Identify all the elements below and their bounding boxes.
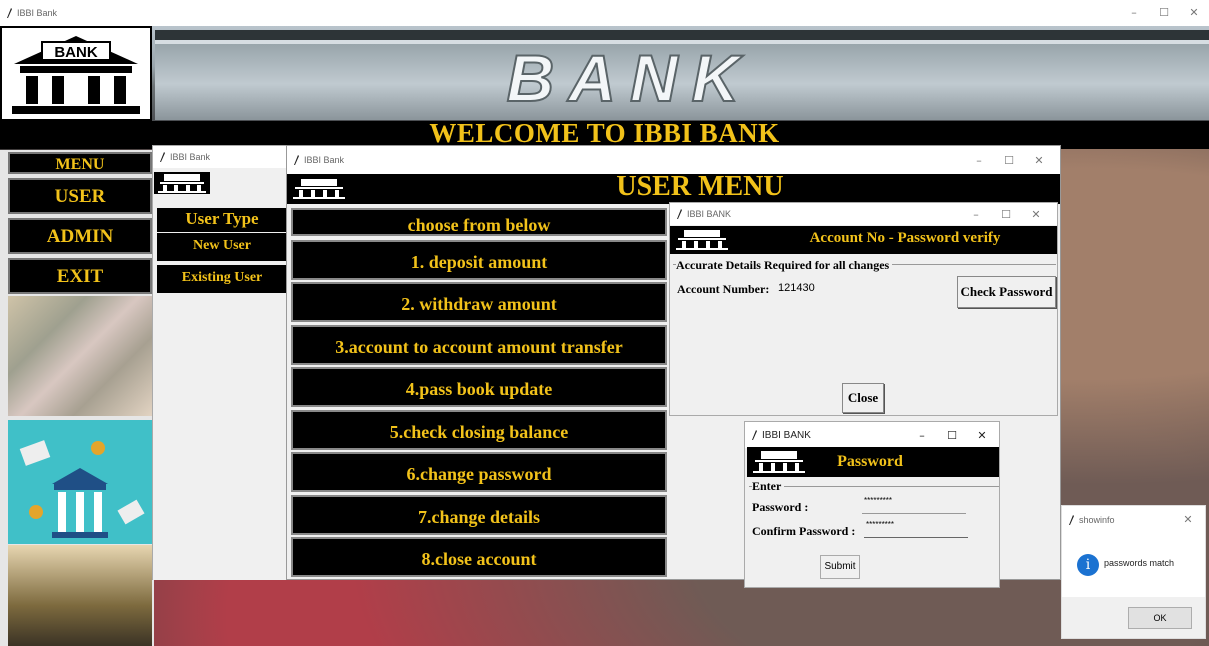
user-type-window-titlebar: IBBI Bank <box>153 146 289 168</box>
bank-building-icon <box>676 230 728 250</box>
close-icon[interactable]: ✕ <box>1179 6 1209 19</box>
maximize-icon[interactable]: ☐ <box>937 429 967 442</box>
close-icon[interactable]: ✕ <box>1021 208 1051 221</box>
minimize-icon[interactable]: – <box>961 208 991 221</box>
feather-icon <box>294 155 299 165</box>
menu-exit-button[interactable]: EXIT <box>8 258 152 294</box>
password-frame-label: Enter <box>752 479 785 494</box>
account-verify-heading: Account No - Password verify <box>809 230 1001 246</box>
account-verify-frame-label: Accurate Details Required for all change… <box>676 258 893 273</box>
small-bank-logo <box>154 172 210 194</box>
change-details-button[interactable]: 7.change details <box>291 495 667 535</box>
change-password-button[interactable]: 6.change password <box>291 452 667 492</box>
bank-illustration-image <box>8 420 152 544</box>
submit-button[interactable]: Submit <box>820 555 860 579</box>
money-image <box>8 296 152 416</box>
password-window-titlebar: IBBI BANK – ☐ ✕ <box>745 422 999 448</box>
showinfo-title: showinfo <box>1079 515 1115 525</box>
close-icon[interactable]: ✕ <box>967 429 997 442</box>
passbook-update-button[interactable]: 4.pass book update <box>291 367 667 407</box>
feather-icon <box>677 209 682 219</box>
menu-admin-button[interactable]: ADMIN <box>8 218 152 254</box>
maximize-icon[interactable]: ☐ <box>991 208 1021 221</box>
confirm-password-field[interactable]: ********* <box>864 520 968 538</box>
closing-balance-button[interactable]: 5.check closing balance <box>291 410 667 450</box>
user-type-heading: User Type <box>157 208 287 232</box>
coins-jar-image <box>8 545 152 646</box>
bank-illustration-icon <box>19 440 145 538</box>
new-user-button[interactable]: New User <box>157 233 287 261</box>
bank-building-icon <box>158 174 206 193</box>
small-bank-logo <box>289 177 349 201</box>
confirm-password-label: Confirm Password : <box>752 524 856 538</box>
user-menu-window-title: IBBI Bank <box>304 155 345 165</box>
showinfo-message: passwords match <box>1104 558 1175 568</box>
showinfo-titlebar: showinfo ✕ <box>1062 506 1205 534</box>
choose-prompt: choose from below <box>291 208 667 236</box>
close-icon[interactable]: ✕ <box>1024 154 1054 167</box>
ok-button[interactable]: OK <box>1128 607 1192 629</box>
menu-heading: MENU <box>8 152 152 174</box>
maximize-icon[interactable]: ☐ <box>1149 6 1179 19</box>
feather-icon <box>752 430 757 440</box>
account-number-field[interactable]: 121430 <box>778 282 815 294</box>
main-window-title: IBBI Bank <box>17 8 58 18</box>
password-heading: Password <box>837 453 903 470</box>
check-password-button[interactable]: Check Password <box>957 276 1056 308</box>
account-verify-window-title: IBBI BANK <box>687 209 732 219</box>
password-label: Password : <box>752 500 809 514</box>
withdraw-button[interactable]: 2. withdraw amount <box>291 282 667 322</box>
bank-logo: BANK <box>0 26 152 121</box>
password-window-title: IBBI BANK <box>762 429 811 441</box>
bank-building-icon <box>753 451 805 473</box>
password-field[interactable]: ********* <box>862 496 966 514</box>
deposit-button[interactable]: 1. deposit amount <box>291 240 667 280</box>
bank-building-icon <box>293 179 345 199</box>
minimize-icon[interactable]: – <box>1119 6 1149 19</box>
minimize-icon[interactable]: – <box>964 154 994 167</box>
account-verify-window-titlebar: IBBI BANK – ☐ ✕ <box>670 203 1057 225</box>
feather-icon <box>160 152 165 162</box>
info-icon: i <box>1077 554 1099 576</box>
bank-building-icon: BANK <box>12 36 140 114</box>
menu-user-button[interactable]: USER <box>8 178 152 214</box>
close-icon[interactable]: ✕ <box>1173 513 1203 526</box>
close-button[interactable]: Close <box>842 383 884 413</box>
feather-icon <box>1069 515 1074 525</box>
user-menu-heading: USER MENU <box>616 171 784 202</box>
existing-user-button[interactable]: Existing User <box>157 265 287 293</box>
bank-sign-text: BANK <box>506 40 754 116</box>
close-account-button[interactable]: 8.close account <box>291 537 667 577</box>
maximize-icon[interactable]: ☐ <box>994 154 1024 167</box>
user-type-window-title: IBBI Bank <box>170 152 211 162</box>
main-window-titlebar: IBBI Bank – ☐ ✕ <box>0 0 1209 26</box>
logo-text: BANK <box>54 44 97 61</box>
user-menu-window-titlebar: IBBI Bank – ☐ ✕ <box>287 146 1060 174</box>
minimize-icon[interactable]: – <box>907 429 937 442</box>
feather-icon <box>7 8 12 18</box>
account-number-label: Account Number: <box>677 282 770 296</box>
transfer-button[interactable]: 3.account to account amount transfer <box>291 325 667 365</box>
